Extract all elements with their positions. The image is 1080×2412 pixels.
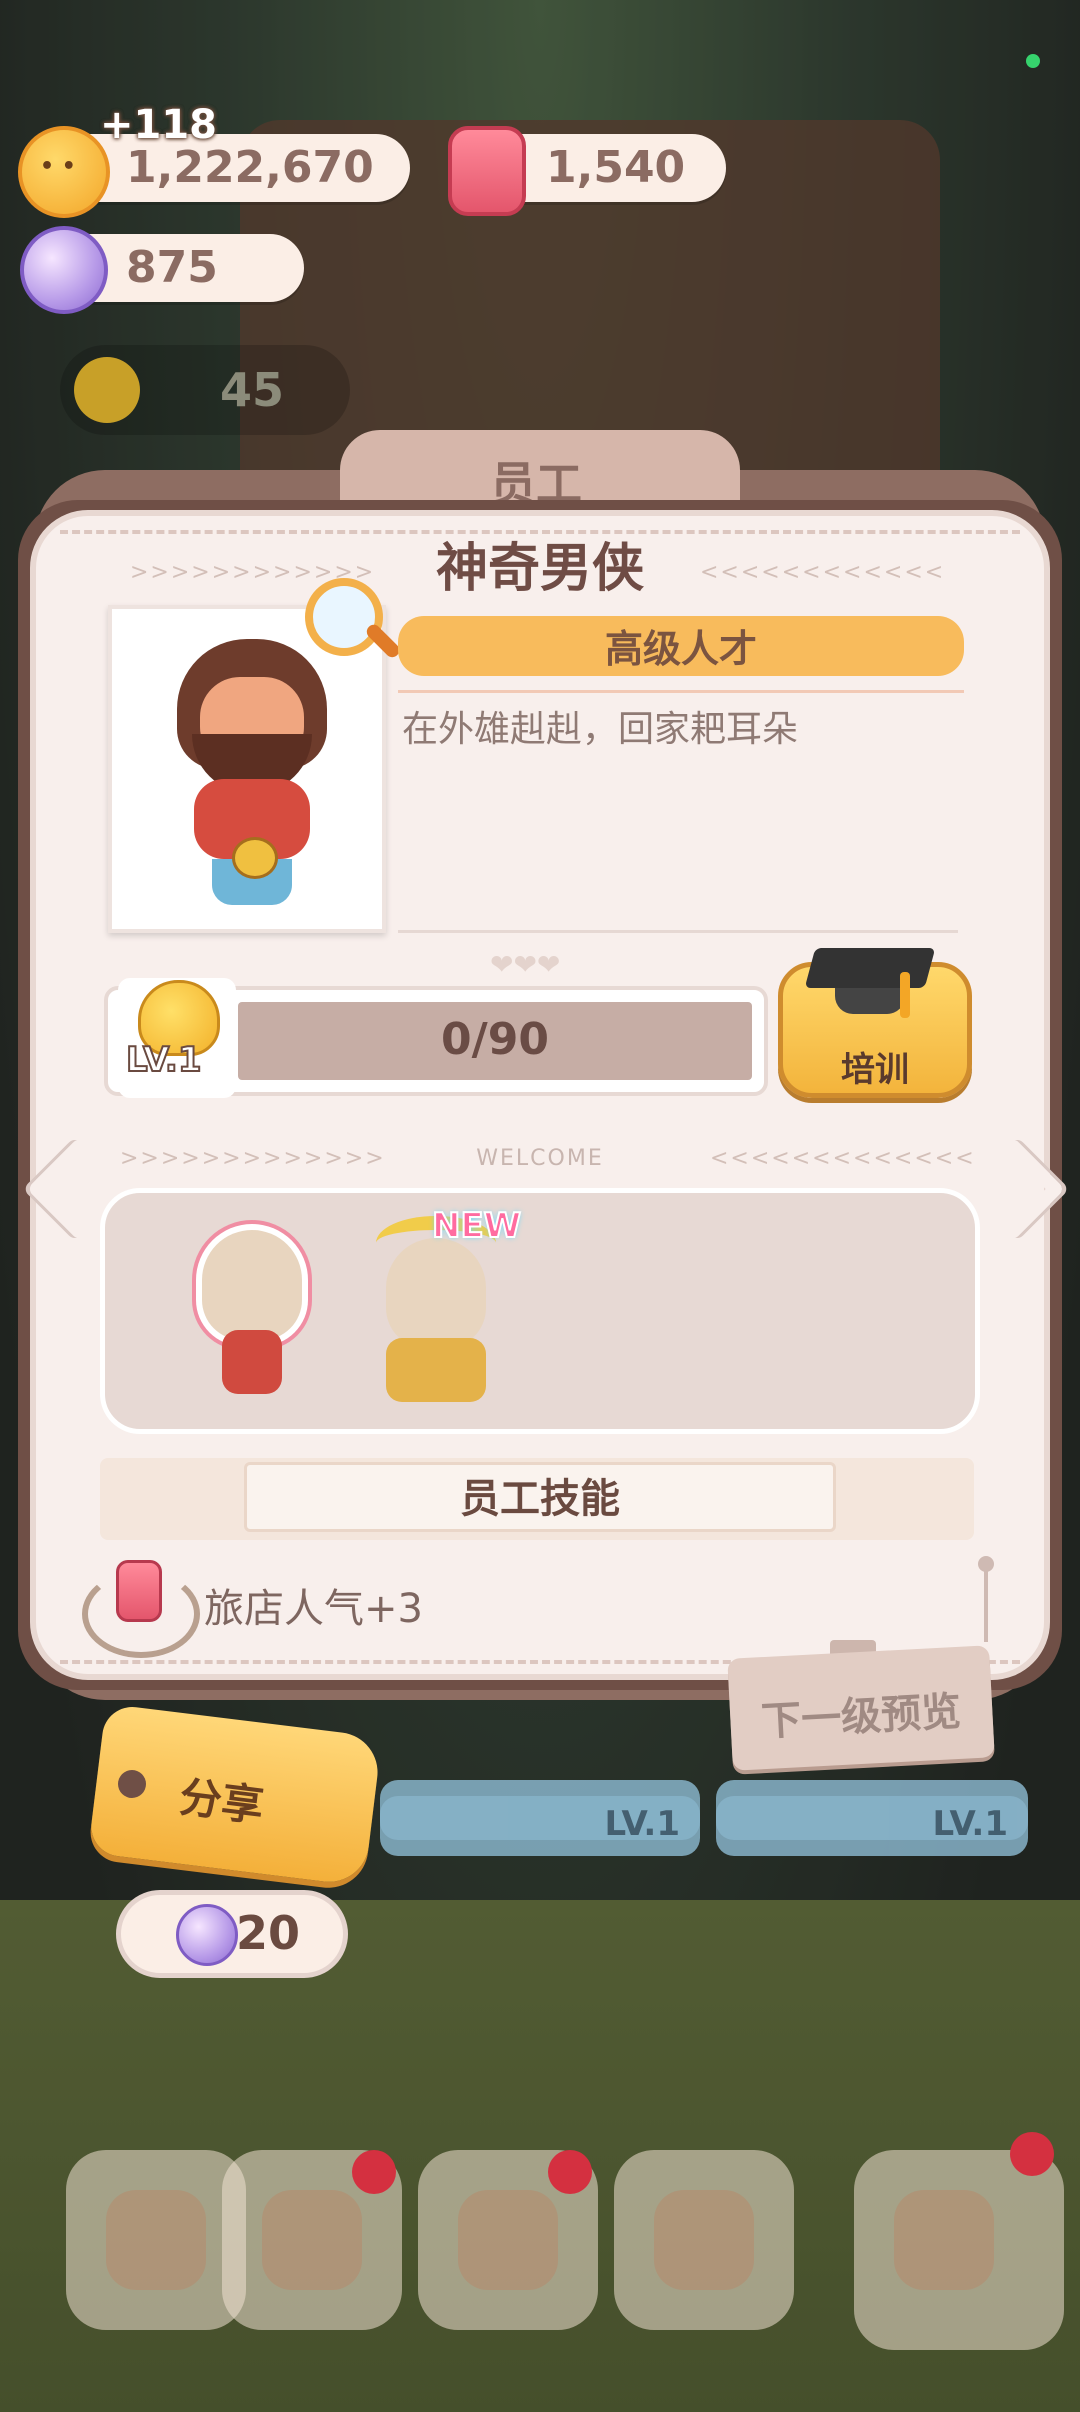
candle-icon <box>448 126 526 216</box>
new-badge: NEW <box>431 1205 522 1247</box>
level-label: LV.1 <box>125 1039 202 1081</box>
dock-mascot[interactable] <box>854 2150 1064 2350</box>
share-reward-value: 20 <box>236 1906 301 1960</box>
xp-progress-text: 0/90 <box>441 1014 549 1065</box>
dock-house[interactable] <box>66 2150 246 2330</box>
house-icon <box>106 2190 206 2290</box>
skills-title: 员工技能 <box>460 1476 620 1522</box>
sun-icon <box>74 357 140 423</box>
character-avatar <box>172 639 332 909</box>
under-row-level: LV.1 <box>932 1804 1009 1844</box>
notification-dot <box>548 2150 592 2194</box>
notification-dot <box>1010 2132 1054 2176</box>
under-row-item: LV.1 <box>380 1796 700 1856</box>
food-icon <box>458 2190 558 2290</box>
skill-description: 旅店人气+3 <box>204 1586 423 1632</box>
magnifier-icon[interactable] <box>305 578 403 668</box>
graduation-cap-icon <box>804 948 936 1018</box>
share-label: 分享 <box>176 1772 267 1831</box>
under-row-level: LV.1 <box>604 1804 681 1844</box>
gem-icon <box>176 1904 238 1966</box>
rank-label: 高级人才 <box>604 627 757 671</box>
coin-icon <box>18 126 110 218</box>
gem-icon <box>20 226 108 314</box>
shop-icon <box>654 2190 754 2290</box>
background-counter: 45 <box>60 345 350 435</box>
candle-value: 1,540 <box>546 142 686 193</box>
mascot-icon <box>894 2190 994 2290</box>
train-button-label: 培训 <box>841 1050 909 1090</box>
gem-value: 875 <box>126 242 218 293</box>
outfit-gold[interactable] <box>376 1216 496 1408</box>
character-name: 神奇男侠 <box>435 539 644 599</box>
outfit-default[interactable] <box>192 1230 312 1400</box>
tag-hole <box>118 1770 146 1798</box>
skills-scroll-knob[interactable] <box>978 1556 994 1572</box>
under-row-item: LV.1 <box>716 1796 1028 1856</box>
coin-gain: +118 <box>100 102 218 148</box>
character-motto: 在外雄赳赳，回家耙耳朵 <box>402 709 799 750</box>
hearts-icon: ❤❤❤ <box>490 948 561 981</box>
skill-icon <box>82 1560 200 1658</box>
divider <box>398 690 964 693</box>
welcome-label: WELCOME <box>476 1146 604 1171</box>
notebook-icon <box>262 2190 362 2290</box>
skills-scrollbar[interactable] <box>984 1560 988 1642</box>
dock-shop[interactable] <box>614 2150 794 2330</box>
background-counter-value: 45 <box>220 363 285 417</box>
network-status-dot <box>1026 54 1040 68</box>
coin-value: 1,222,670 <box>126 142 374 193</box>
notification-dot <box>352 2150 396 2194</box>
divider <box>398 930 958 933</box>
